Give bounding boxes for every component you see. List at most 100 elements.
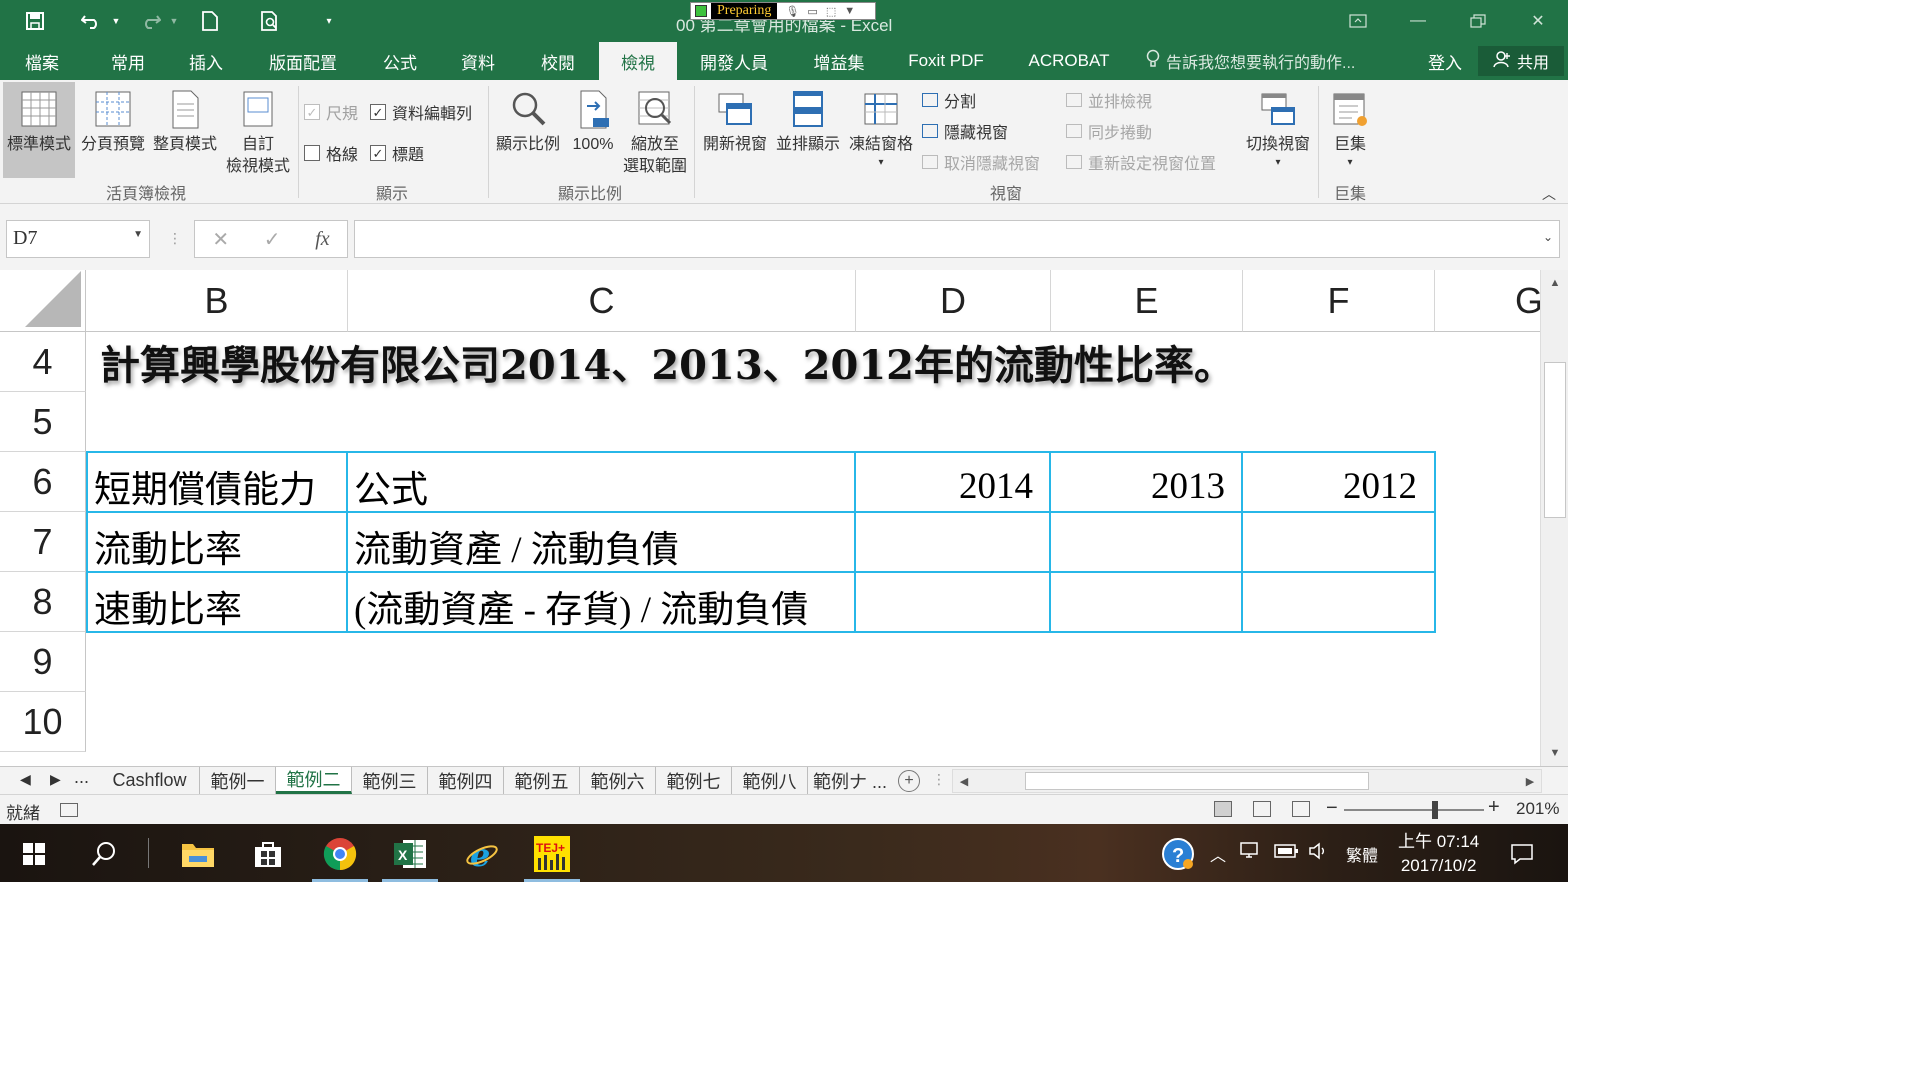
sheet-tab-8[interactable]: 範例八: [732, 767, 808, 794]
tab-formulas[interactable]: 公式: [368, 42, 432, 80]
zoom-in-icon[interactable]: +: [1488, 796, 1500, 819]
scroll-left-icon[interactable]: ◀: [953, 770, 975, 792]
column-header-d[interactable]: D: [856, 270, 1051, 332]
cell-e7[interactable]: [1051, 516, 1241, 576]
column-header-e[interactable]: E: [1051, 270, 1243, 332]
macro-recording-icon[interactable]: [60, 803, 78, 817]
formula-input[interactable]: ⌄: [354, 220, 1560, 258]
tab-developer[interactable]: 開發人員: [688, 42, 780, 80]
volume-icon[interactable]: [1308, 842, 1330, 865]
search-icon[interactable]: [82, 832, 126, 876]
sign-in-link[interactable]: 登入: [1428, 42, 1462, 80]
print-preview-icon[interactable]: [258, 6, 284, 36]
hide-window-button[interactable]: 隱藏視窗: [922, 119, 1008, 143]
horizontal-scrollbar[interactable]: ◀ ▶: [952, 769, 1542, 793]
tab-data[interactable]: 資料: [446, 42, 510, 80]
arrange-all-button[interactable]: 並排顯示: [772, 82, 844, 178]
cell-b7[interactable]: 流動比率: [88, 516, 346, 576]
next-sheet-icon[interactable]: ▶: [50, 771, 61, 788]
collapse-ribbon-icon[interactable]: ︿: [1542, 184, 1556, 204]
sheet-tab-1[interactable]: 範例一: [200, 767, 276, 794]
column-header-b[interactable]: B: [86, 270, 348, 332]
scroll-down-icon[interactable]: ▼: [1541, 742, 1568, 764]
undo-dropdown-icon[interactable]: ▼: [110, 6, 122, 36]
page-layout-view-icon[interactable]: [1253, 801, 1271, 817]
enter-icon[interactable]: ✓: [264, 227, 281, 252]
system-clock[interactable]: 上午 07:14 2017/10/2: [1398, 830, 1479, 878]
cell-d6[interactable]: 2014: [856, 456, 1049, 516]
zoom-to-selection-button[interactable]: 縮放至 選取範圍: [620, 82, 690, 178]
unhide-window-button[interactable]: 取消隱藏視窗: [922, 150, 1040, 174]
tab-add-ins[interactable]: 增益集: [800, 42, 878, 80]
redo-dropdown-icon[interactable]: ▼: [168, 6, 180, 36]
view-side-by-side-button[interactable]: 並排檢視: [1066, 88, 1152, 112]
split-button[interactable]: 分割: [922, 88, 976, 112]
cell-b4-title[interactable]: 計算興學股份有限公司2014、2013、2012年的流動性比率。: [100, 332, 1234, 392]
new-file-icon[interactable]: [198, 6, 222, 36]
row-header-10[interactable]: 10: [0, 692, 86, 752]
cell-b6[interactable]: 短期償債能力: [88, 456, 346, 516]
new-sheet-plus-icon[interactable]: +: [898, 770, 920, 792]
vertical-scrollbar[interactable]: ▲ ▼: [1540, 270, 1568, 766]
scroll-right-icon[interactable]: ▶: [1519, 770, 1541, 792]
sheet-tab-cashflow[interactable]: Cashflow: [100, 767, 200, 794]
ruler-checkbox[interactable]: ✓ 尺規: [304, 100, 358, 124]
column-header-f[interactable]: F: [1243, 270, 1435, 332]
zoom-slider-handle[interactable]: [1432, 801, 1438, 819]
expand-formula-bar-icon[interactable]: ⌄: [1543, 230, 1553, 244]
tab-view[interactable]: 檢視: [599, 42, 677, 80]
column-header-g[interactable]: G: [1435, 270, 1540, 332]
tab-review[interactable]: 校閱: [526, 42, 590, 80]
cell-f8[interactable]: [1243, 576, 1433, 636]
battery-icon[interactable]: [1274, 842, 1300, 865]
resize-handle-icon[interactable]: ⋮: [932, 771, 946, 788]
row-header-9[interactable]: 9: [0, 632, 86, 692]
screen-recorder-widget[interactable]: Preparing 🎙 ▭ ⬚ ▼: [690, 2, 876, 20]
show-hidden-icons[interactable]: ︿: [1210, 842, 1226, 866]
zoom-level[interactable]: 201%: [1516, 799, 1559, 819]
ribbon-display-options-icon[interactable]: [1338, 8, 1378, 34]
cell-f7[interactable]: [1243, 516, 1433, 576]
windows-start-icon[interactable]: [12, 832, 56, 876]
row-header-7[interactable]: 7: [0, 512, 86, 572]
minimize-icon[interactable]: —: [1398, 8, 1438, 34]
gridlines-checkbox[interactable]: 格線: [304, 141, 358, 165]
microphone-icon[interactable]: 🎙: [785, 5, 799, 18]
column-header-c[interactable]: C: [348, 270, 856, 332]
cancel-icon[interactable]: ✕: [212, 227, 229, 252]
name-box[interactable]: D7 ▼: [6, 220, 150, 258]
sheet-tab-9[interactable]: 範例ナ ...: [808, 767, 892, 794]
hscroll-thumb[interactable]: [1025, 772, 1369, 790]
tab-acrobat[interactable]: ACROBAT: [1018, 42, 1120, 80]
chrome-icon[interactable]: [318, 832, 362, 876]
store-icon[interactable]: [246, 832, 290, 876]
zoom-button[interactable]: 顯示比例: [492, 82, 564, 178]
row-header-6[interactable]: 6: [0, 452, 86, 512]
sheet-tab-4[interactable]: 範例四: [428, 767, 504, 794]
scroll-thumb[interactable]: [1544, 362, 1566, 518]
row-header-5[interactable]: 5: [0, 392, 86, 452]
region-icon[interactable]: ⬚: [826, 5, 836, 18]
sheet-tab-6[interactable]: 範例六: [580, 767, 656, 794]
action-center-icon[interactable]: [1500, 832, 1544, 876]
page-break-view-icon[interactable]: [1292, 801, 1310, 817]
save-icon[interactable]: [22, 6, 48, 36]
insert-function-button[interactable]: fx: [315, 228, 329, 251]
new-window-button[interactable]: 開新視窗: [700, 82, 770, 178]
sheet-tab-2[interactable]: 範例二: [276, 767, 352, 794]
tab-insert[interactable]: 插入: [174, 42, 238, 80]
cell-b8[interactable]: 速動比率: [88, 576, 346, 636]
tab-file[interactable]: 檔案: [10, 42, 74, 80]
tab-home[interactable]: 常用: [96, 42, 160, 80]
row-header-8[interactable]: 8: [0, 572, 86, 632]
more-sheets-left[interactable]: ...: [74, 767, 89, 788]
share-button[interactable]: 共用: [1478, 46, 1564, 76]
internet-explorer-icon[interactable]: e: [460, 832, 504, 876]
normal-view-icon[interactable]: [1214, 801, 1232, 817]
dropdown-arrow-icon[interactable]: ▼: [133, 229, 143, 240]
ime-indicator[interactable]: 繁體: [1346, 842, 1378, 866]
sheet-tab-7[interactable]: 範例七: [656, 767, 732, 794]
reset-window-position-button[interactable]: 重新設定視窗位置: [1066, 150, 1216, 174]
custom-views-button[interactable]: 自訂 檢視模式: [222, 82, 294, 178]
scroll-up-icon[interactable]: ▲: [1541, 272, 1568, 294]
